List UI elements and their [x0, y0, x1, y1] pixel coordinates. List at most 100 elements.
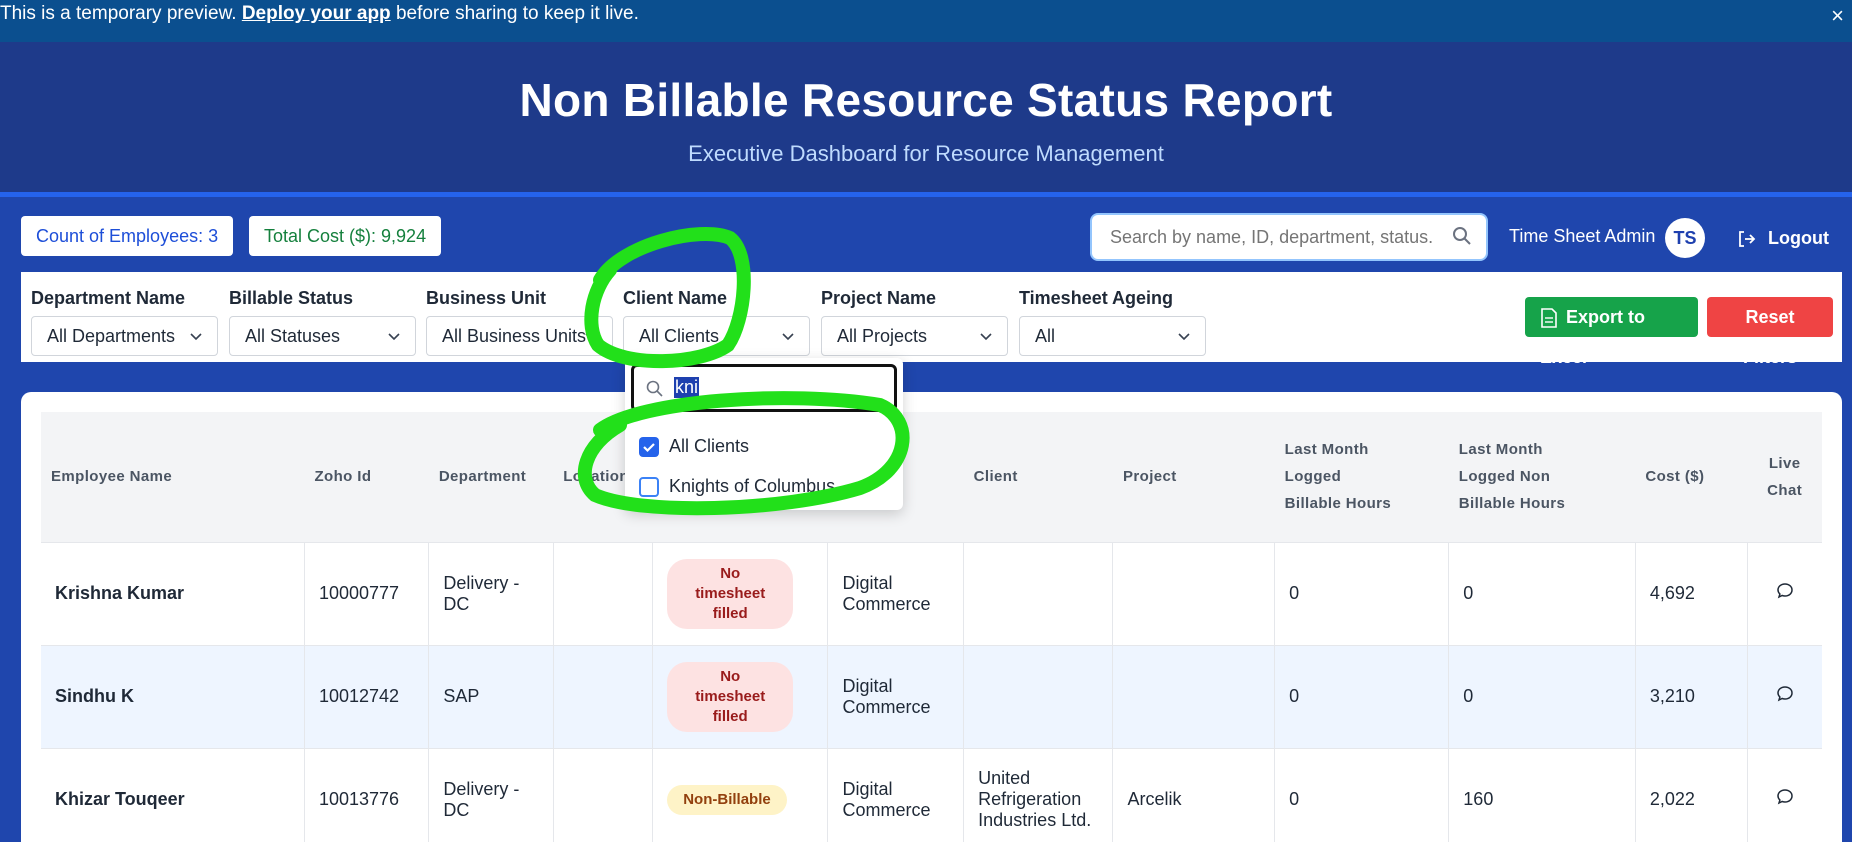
search-box [1090, 213, 1488, 261]
deploy-link[interactable]: Deploy your app [242, 3, 391, 24]
filter-timesheet-ageing: Timesheet Ageing All [1019, 288, 1206, 356]
filter-client-name: Client Name All Clients [623, 288, 810, 356]
chevron-down-icon [388, 333, 400, 341]
cost: 3,210 [1635, 645, 1748, 748]
option-all-clients[interactable]: All Clients [639, 434, 749, 462]
department-select[interactable]: All Departments [31, 316, 218, 356]
timesheet-ageing-select[interactable]: All [1019, 316, 1206, 356]
zoho-id: 10013776 [304, 748, 430, 842]
employee-count-badge: Count of Employees: 3 [21, 216, 234, 256]
department: Delivery - DC [428, 748, 554, 842]
header-line: Billable Hours [1458, 495, 1566, 513]
avatar[interactable]: TS [1665, 218, 1705, 258]
status-cell: No timesheet filled [652, 645, 829, 748]
col-cost[interactable]: Cost ($) [1635, 412, 1748, 543]
chat-cell [1747, 748, 1822, 842]
bu-line: Commerce [842, 593, 931, 614]
filter-label: Timesheet Ageing [1019, 288, 1174, 308]
close-icon[interactable]: × [1831, 2, 1844, 30]
col-nonbillable-hours[interactable]: Last Month Logged Non Billable Hours [1448, 412, 1636, 543]
filter-label: Project Name [821, 288, 937, 308]
client-search-field[interactable]: kni [631, 364, 897, 412]
header-line: Live [1768, 454, 1801, 472]
business-unit: Digital Commerce [827, 748, 965, 842]
preview-text: This is a temporary preview. [0, 3, 237, 24]
reset-filters-button[interactable]: Reset Filters [1707, 297, 1833, 367]
business-unit-select[interactable]: All Business Units [426, 316, 613, 356]
employee-name: Khizar Touqeer [41, 748, 305, 842]
chat-bubble-icon[interactable] [1775, 787, 1795, 807]
project-name-select[interactable]: All Projects [821, 316, 1008, 356]
col-live-chat: Live Chat [1747, 412, 1822, 543]
page-title: Non Billable Resource Status Report [519, 74, 1333, 126]
header-line: Chat [1767, 481, 1803, 499]
preview-banner: This is a temporary preview. Deploy your… [0, 0, 1852, 42]
employee-table: Employee Name Zoho Id Department Locatio… [41, 412, 1822, 842]
header-line: Logged [1284, 468, 1342, 486]
select-value: All Departments [47, 326, 176, 346]
status-cell: No timesheet filled [652, 542, 829, 645]
select-value: All Business Units [442, 326, 587, 346]
option-knights-of-columbus[interactable]: Knights of Columbus [639, 474, 835, 502]
status-cell: Non-Billable [652, 748, 829, 842]
status-badge: No timesheet filled [667, 661, 794, 732]
chevron-down-icon [980, 333, 992, 341]
project [1112, 645, 1276, 748]
bu-line: Commerce [842, 799, 931, 820]
billable-status-select[interactable]: All Statuses [229, 316, 416, 356]
project [1112, 542, 1276, 645]
export-excel-button[interactable]: Export to Excel [1525, 297, 1698, 367]
logout-label: Logout [1768, 228, 1829, 248]
col-client[interactable]: Client [963, 412, 1113, 543]
table-header-row: Employee Name Zoho Id Department Locatio… [41, 412, 1822, 543]
filter-project-name: Project Name All Projects [821, 288, 1008, 356]
filter-department: Department Name All Departments [31, 288, 218, 356]
bu-line: Digital [842, 675, 893, 696]
total-cost-badge: Total Cost ($): 9,924 [249, 216, 442, 256]
client-line: United [978, 768, 1031, 788]
cost: 4,692 [1635, 542, 1748, 645]
col-billable-hours[interactable]: Last Month Logged Billable Hours [1274, 412, 1449, 543]
billable-hours: 0 [1274, 748, 1450, 842]
chevron-down-icon [1178, 333, 1190, 341]
client-line: Refrigeration [978, 789, 1082, 809]
client-line: Industries Ltd. [978, 810, 1092, 830]
col-project[interactable]: Project [1112, 412, 1275, 543]
logout-button[interactable]: Logout [1736, 218, 1829, 258]
report-header: Non Billable Resource Status Report Exec… [0, 42, 1852, 197]
filter-billable-status: Billable Status All Statuses [229, 288, 416, 356]
option-label: All Clients [669, 436, 750, 456]
table-row[interactable]: Krishna Kumar 10000777 Delivery - DC No … [41, 542, 1822, 645]
bu-line: Digital [842, 572, 893, 593]
location [553, 542, 654, 645]
select-value: All Clients [639, 326, 720, 346]
checkbox-checked[interactable] [639, 437, 659, 458]
search-input[interactable] [1092, 215, 1432, 259]
client-name-select[interactable]: All Clients [623, 316, 810, 356]
col-employee-name[interactable]: Employee Name [41, 412, 305, 543]
location [553, 748, 654, 842]
search-icon[interactable] [1452, 226, 1472, 251]
chat-cell [1747, 645, 1822, 748]
bu-line: Digital [842, 778, 893, 799]
search-icon [646, 380, 663, 397]
employee-name: Sindhu K [41, 645, 305, 748]
client [963, 645, 1114, 748]
client-search-text: kni [674, 377, 700, 398]
billable-hours: 0 [1274, 542, 1450, 645]
cost: 2,022 [1635, 748, 1748, 842]
preview-text-after: before sharing to keep it live. [395, 3, 639, 24]
chevron-down-icon [190, 333, 202, 341]
chat-bubble-icon[interactable] [1775, 581, 1795, 601]
header-line: Logged Non [1458, 468, 1551, 486]
col-zoho-id[interactable]: Zoho Id [304, 412, 429, 543]
department: Delivery - DC [428, 542, 554, 645]
checkbox-unchecked[interactable] [639, 477, 659, 498]
table-row[interactable]: Sindhu K 10012742 SAP No timesheet filled… [41, 645, 1822, 748]
col-department[interactable]: Department [428, 412, 554, 543]
user-name: Time Sheet Admin [1509, 226, 1656, 246]
project: Arcelik [1112, 748, 1276, 842]
table-row[interactable]: Khizar Touqeer 10013776 Delivery - DC No… [41, 748, 1822, 842]
client: United Refrigeration Industries Ltd. [963, 748, 1114, 842]
chat-bubble-icon[interactable] [1775, 684, 1795, 704]
